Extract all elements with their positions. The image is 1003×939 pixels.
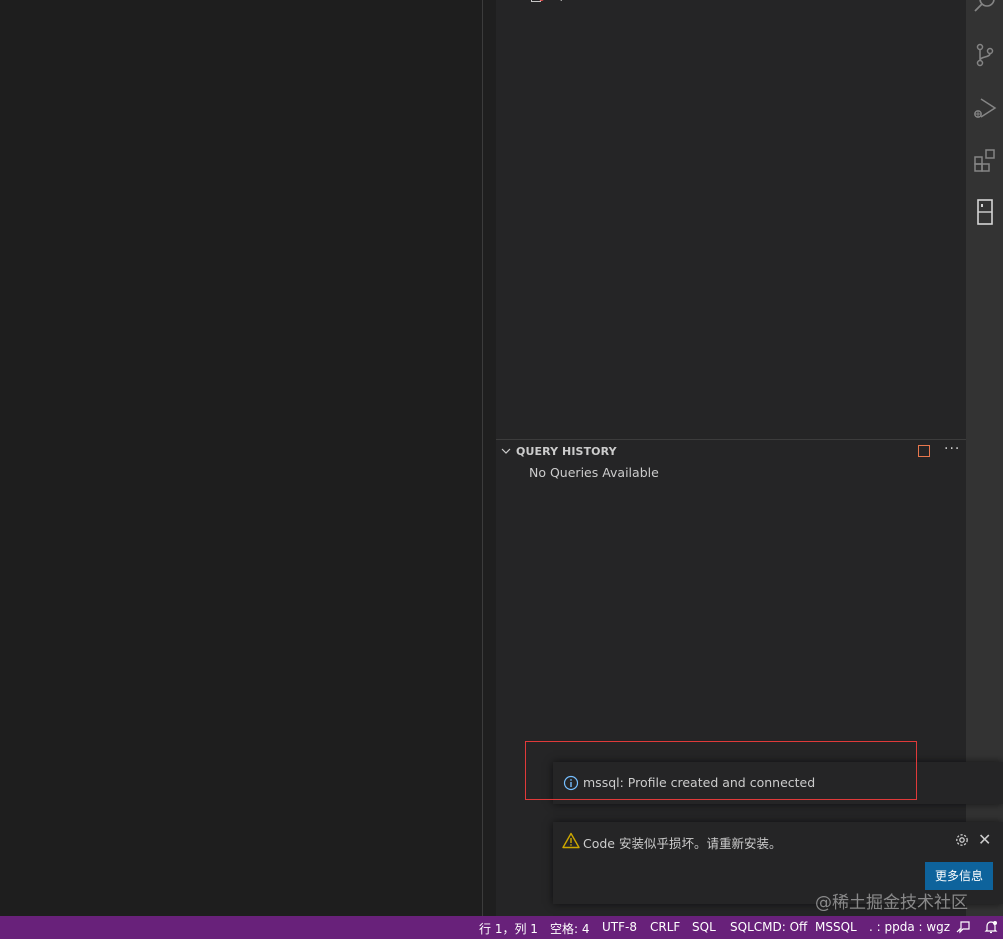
more-info-button[interactable]: 更多信息 [925, 862, 993, 890]
query-history-empty-message: No Queries Available [529, 465, 659, 480]
cursor-position[interactable]: 行 1，列 1 [479, 920, 538, 937]
feedback-icon[interactable] [955, 919, 971, 935]
end-of-line[interactable]: CRLF [650, 920, 680, 934]
search-icon[interactable] [972, 0, 998, 16]
close-icon[interactable]: ✕ [978, 830, 991, 849]
extensions-icon[interactable] [972, 147, 998, 173]
tree-item-label: sql [550, 0, 566, 2]
connection-info[interactable]: . : ppda : wgz [869, 920, 950, 934]
more-actions-icon[interactable]: ··· [944, 441, 960, 457]
indentation[interactable]: 空格: 4 [550, 920, 590, 937]
section-divider[interactable] [496, 439, 966, 440]
annotation-highlight-box [525, 741, 917, 800]
status-bar: 行 1，列 1 空格: 4 UTF-8 CRLF SQL SQLCMD: Off… [0, 916, 1003, 939]
watermark: @稀土掘金技术社区 [815, 893, 968, 913]
tree-item-sql[interactable]: › sql [496, 0, 966, 8]
mssql-indicator[interactable]: MSSQL [815, 920, 857, 934]
run-debug-icon[interactable] [972, 95, 998, 121]
sidebar-gutter [483, 0, 496, 916]
chevron-right-icon[interactable]: › [510, 0, 514, 3]
sql-server-icon[interactable] [972, 199, 998, 225]
sqlcmd-mode[interactable]: SQLCMD: Off [730, 920, 807, 934]
chevron-down-icon[interactable] [500, 445, 512, 457]
editor-area[interactable] [0, 0, 482, 916]
source-control-icon[interactable] [972, 42, 998, 68]
warning-icon [562, 832, 580, 849]
notifications-bell-icon[interactable] [983, 919, 999, 935]
query-history-title: QUERY HISTORY [516, 445, 617, 458]
stop-icon[interactable] [918, 445, 930, 457]
warning-message: Code 安装似乎损坏。请重新安装。 [583, 836, 782, 851]
gear-icon[interactable] [954, 832, 970, 848]
disconnected-dot-icon [539, 0, 544, 1]
language-mode[interactable]: SQL [692, 920, 716, 934]
query-history-header[interactable]: QUERY HISTORY ··· [496, 441, 966, 463]
encoding[interactable]: UTF-8 [602, 920, 637, 934]
